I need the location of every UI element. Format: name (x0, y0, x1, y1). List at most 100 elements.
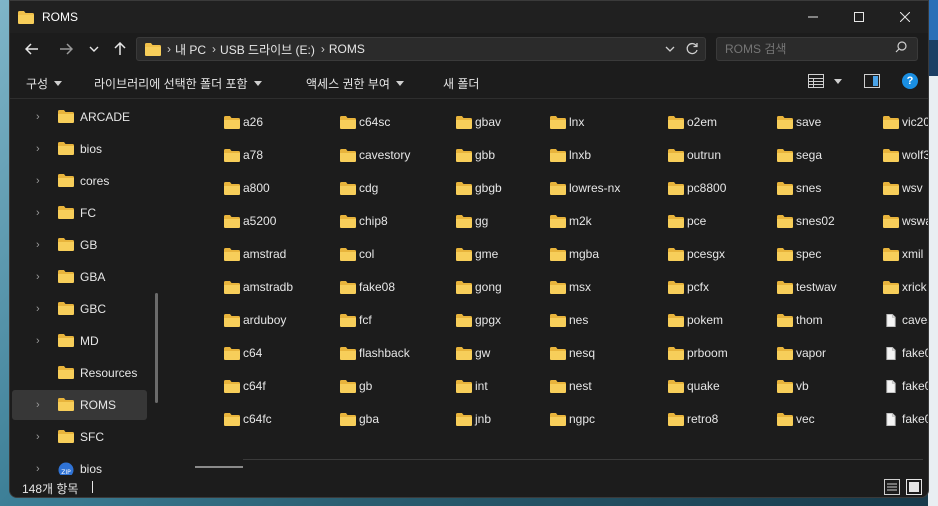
file-item[interactable]: wswan (883, 210, 928, 232)
chevron-right-icon[interactable]: › (36, 463, 40, 475)
share-with-menu[interactable]: 액세스 권한 부여 (306, 75, 404, 92)
chevron-right-icon[interactable]: › (36, 303, 40, 315)
file-item[interactable]: gw (456, 342, 490, 364)
nav-item[interactable]: › bios (12, 134, 147, 164)
search-input[interactable] (725, 42, 885, 56)
file-item[interactable]: gme (456, 243, 498, 265)
file-item[interactable]: a26 (224, 111, 263, 133)
file-item[interactable]: c64f (224, 375, 266, 397)
chevron-right-icon[interactable]: › (36, 239, 40, 251)
file-item[interactable]: wsv (883, 177, 923, 199)
file-item[interactable]: xmil (883, 243, 923, 265)
horizontal-scrollbar[interactable] (195, 466, 243, 468)
file-item[interactable]: o2em (668, 111, 717, 133)
file-item[interactable]: a5200 (224, 210, 276, 232)
refresh-icon[interactable] (685, 41, 699, 57)
chevron-down-icon[interactable] (834, 78, 842, 84)
file-item[interactable]: msx (550, 276, 591, 298)
breadcrumb-roms[interactable]: ROMS (329, 42, 365, 56)
file-item[interactable]: lnx (550, 111, 584, 133)
nav-item[interactable]: › FC (12, 198, 147, 228)
file-item[interactable]: vic20 (883, 111, 928, 133)
file-item[interactable]: prboom (668, 342, 728, 364)
file-item[interactable]: vb (777, 375, 809, 397)
breadcrumb-usb-drive[interactable]: USB 드라이브 (E:) (220, 41, 315, 58)
nav-item[interactable]: › GB (12, 230, 147, 260)
file-item[interactable]: lowres-nx (550, 177, 620, 199)
file-item[interactable]: nes (550, 309, 588, 331)
file-item[interactable]: sega (777, 144, 822, 166)
nav-item[interactable]: › GBC (12, 294, 147, 324)
file-item[interactable]: c64fc (224, 408, 272, 430)
file-item[interactable]: fake08; (883, 408, 928, 430)
chevron-right-icon[interactable]: › (36, 335, 40, 347)
nav-item[interactable]: Resources (12, 358, 147, 388)
file-item[interactable]: cavestory (340, 144, 410, 166)
file-item[interactable]: m2k (550, 210, 592, 232)
chevron-right-icon[interactable]: › (36, 143, 40, 155)
address-bar[interactable]: › 내 PC › USB 드라이브 (E:) › ROMS (136, 37, 706, 61)
file-item[interactable]: mgba (550, 243, 599, 265)
file-item[interactable]: gb (340, 375, 372, 397)
file-item[interactable]: spec (777, 243, 821, 265)
file-item[interactable]: save (777, 111, 821, 133)
file-item[interactable]: pokem (668, 309, 723, 331)
file-item[interactable]: col (340, 243, 374, 265)
file-item[interactable]: nest (550, 375, 592, 397)
help-icon[interactable]: ? (902, 73, 918, 89)
file-item[interactable]: amstradb (224, 276, 293, 298)
file-item[interactable]: arduboy (224, 309, 286, 331)
file-item[interactable]: cavesto (883, 309, 928, 331)
breadcrumb-this-pc[interactable]: 내 PC (175, 41, 206, 58)
view-options-icon[interactable] (808, 74, 824, 88)
chevron-right-icon[interactable]: › (36, 271, 40, 283)
file-item[interactable]: thom (777, 309, 823, 331)
nav-item[interactable]: › ARCADE (12, 102, 147, 132)
file-item[interactable]: flashback (340, 342, 410, 364)
file-item[interactable]: wolf3d (883, 144, 928, 166)
file-item[interactable]: fake08 (340, 276, 395, 298)
close-button[interactable] (882, 1, 928, 33)
file-item[interactable]: lnxb (550, 144, 591, 166)
file-item[interactable]: pce (668, 210, 706, 232)
file-item[interactable]: c64sc (340, 111, 390, 133)
file-item[interactable]: gpgx (456, 309, 501, 331)
search-box[interactable] (716, 37, 918, 61)
file-item[interactable]: gbgb (456, 177, 502, 199)
file-item[interactable]: gbb (456, 144, 495, 166)
details-view-icon[interactable] (884, 479, 900, 495)
file-item[interactable]: outrun (668, 144, 721, 166)
file-item[interactable]: ngpc (550, 408, 595, 430)
file-item[interactable]: retro8 (668, 408, 718, 430)
file-item[interactable]: gba (340, 408, 379, 430)
file-item[interactable]: a800 (224, 177, 270, 199)
nav-item[interactable]: › ROMS (12, 390, 147, 420)
nav-item[interactable]: › SFC (12, 422, 147, 452)
chevron-right-icon[interactable]: › (36, 431, 40, 443)
title-bar[interactable]: ROMS (10, 1, 928, 33)
chevron-right-icon[interactable]: › (36, 207, 40, 219)
preview-pane-icon[interactable] (864, 74, 880, 88)
chevron-right-icon[interactable]: › (36, 399, 40, 411)
file-item[interactable]: gg (456, 210, 488, 232)
file-item[interactable]: vapor (777, 342, 826, 364)
file-item[interactable]: gong (456, 276, 502, 298)
chevron-right-icon[interactable]: › (36, 111, 40, 123)
chevron-down-icon[interactable] (665, 41, 675, 57)
new-folder-button[interactable]: 새 폴더 (443, 75, 479, 92)
include-in-library-menu[interactable]: 라이브러리에 선택한 폴더 포함 (94, 75, 262, 92)
file-item[interactable]: fake08; (883, 375, 928, 397)
file-item[interactable]: amstrad (224, 243, 286, 265)
file-item[interactable]: c64 (224, 342, 262, 364)
file-item[interactable]: a78 (224, 144, 263, 166)
file-item[interactable]: pcesgx (668, 243, 725, 265)
up-button[interactable] (106, 35, 134, 63)
file-item[interactable]: pc8800 (668, 177, 726, 199)
file-item[interactable]: xrick (883, 276, 927, 298)
organize-menu[interactable]: 구성 (26, 75, 63, 92)
nav-item[interactable]: › MD (12, 326, 147, 356)
nav-item[interactable]: › ZIP bios (12, 454, 147, 475)
file-item[interactable]: nesq (550, 342, 595, 364)
maximize-button[interactable] (836, 1, 882, 33)
file-item[interactable]: snes02 (777, 210, 835, 232)
